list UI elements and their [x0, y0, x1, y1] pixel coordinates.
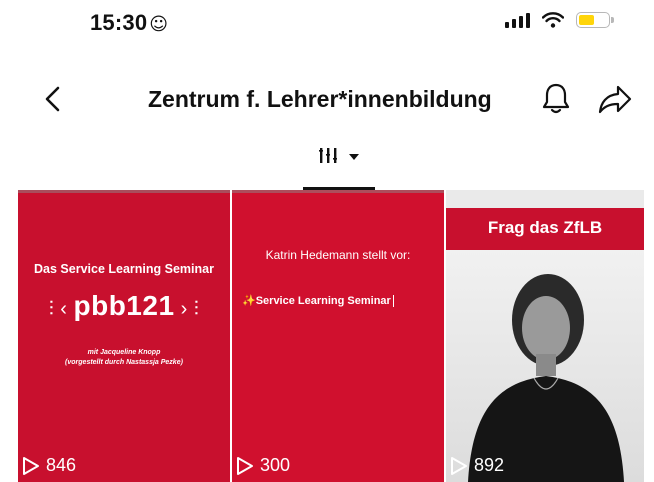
- cellular-signal-icon: [505, 12, 530, 28]
- view-count: 892: [450, 455, 504, 476]
- video-grid: Das Service Learning Seminar ⫶ ‹ pbb121 …: [18, 190, 644, 482]
- person-photo: [468, 274, 624, 482]
- video-tile[interactable]: Frag das ZfLB 892: [446, 190, 644, 482]
- page-title: Zentrum f. Lehrer*innenbildung: [148, 86, 492, 112]
- battery-fill: [579, 15, 594, 25]
- video-seminar-title: ✨Service Learning Seminar: [242, 294, 394, 308]
- time-text: 15:30: [90, 10, 148, 35]
- text-cursor: [392, 295, 394, 308]
- banner-text: Frag das ZfLB: [487, 218, 603, 237]
- status-icons: [505, 12, 614, 28]
- seminar-text: Service Learning Seminar: [255, 295, 391, 307]
- view-count-text: 892: [474, 455, 505, 475]
- bell-icon[interactable]: [541, 82, 571, 116]
- smiley-icon: ☺: [149, 14, 169, 35]
- pbb121-logo: ⫶ ‹ pbb121 › ⫶: [48, 290, 200, 321]
- video-subtitle: mit Jacqueline Knopp (vorgestellt durch …: [18, 348, 230, 368]
- profile-header: Zentrum f. Lehrer*innenbildung: [0, 74, 654, 124]
- video-heading: Katrin Hedemann stellt vor:: [265, 248, 411, 262]
- play-icon: [237, 456, 253, 475]
- status-bar: 15:30 ☺: [0, 0, 654, 44]
- wifi-icon: [542, 12, 564, 28]
- subtitle-line-2: (vorgestellt durch Nastassja Pezke): [65, 359, 183, 366]
- share-icon[interactable]: [597, 82, 633, 116]
- sparkle-icon: ✨: [242, 294, 256, 307]
- tab-videos-filter[interactable]: [303, 140, 375, 190]
- view-count: 846: [22, 455, 76, 476]
- play-icon: [451, 456, 467, 475]
- chevron-down-icon: [349, 154, 359, 160]
- video-banner: Frag das ZfLB: [446, 208, 644, 250]
- view-count-text: 300: [260, 455, 291, 475]
- view-count: 300: [236, 455, 290, 476]
- battery-icon: [576, 12, 614, 28]
- vertical-bars-icon: [319, 148, 337, 163]
- view-count-text: 846: [46, 455, 77, 475]
- brand-text: pbb121: [73, 290, 175, 321]
- video-tile[interactable]: Das Service Learning Seminar ⫶ ‹ pbb121 …: [18, 190, 230, 482]
- subtitle-line-1: mit Jacqueline Knopp: [87, 349, 161, 356]
- portrait-photo: [446, 250, 644, 482]
- status-time: 15:30 ☺: [90, 10, 168, 36]
- video-heading: Das Service Learning Seminar: [34, 262, 214, 276]
- video-tile[interactable]: Katrin Hedemann stellt vor: ✨Service Lea…: [232, 190, 444, 482]
- play-icon: [23, 456, 39, 475]
- chevron-left-icon[interactable]: [38, 84, 68, 114]
